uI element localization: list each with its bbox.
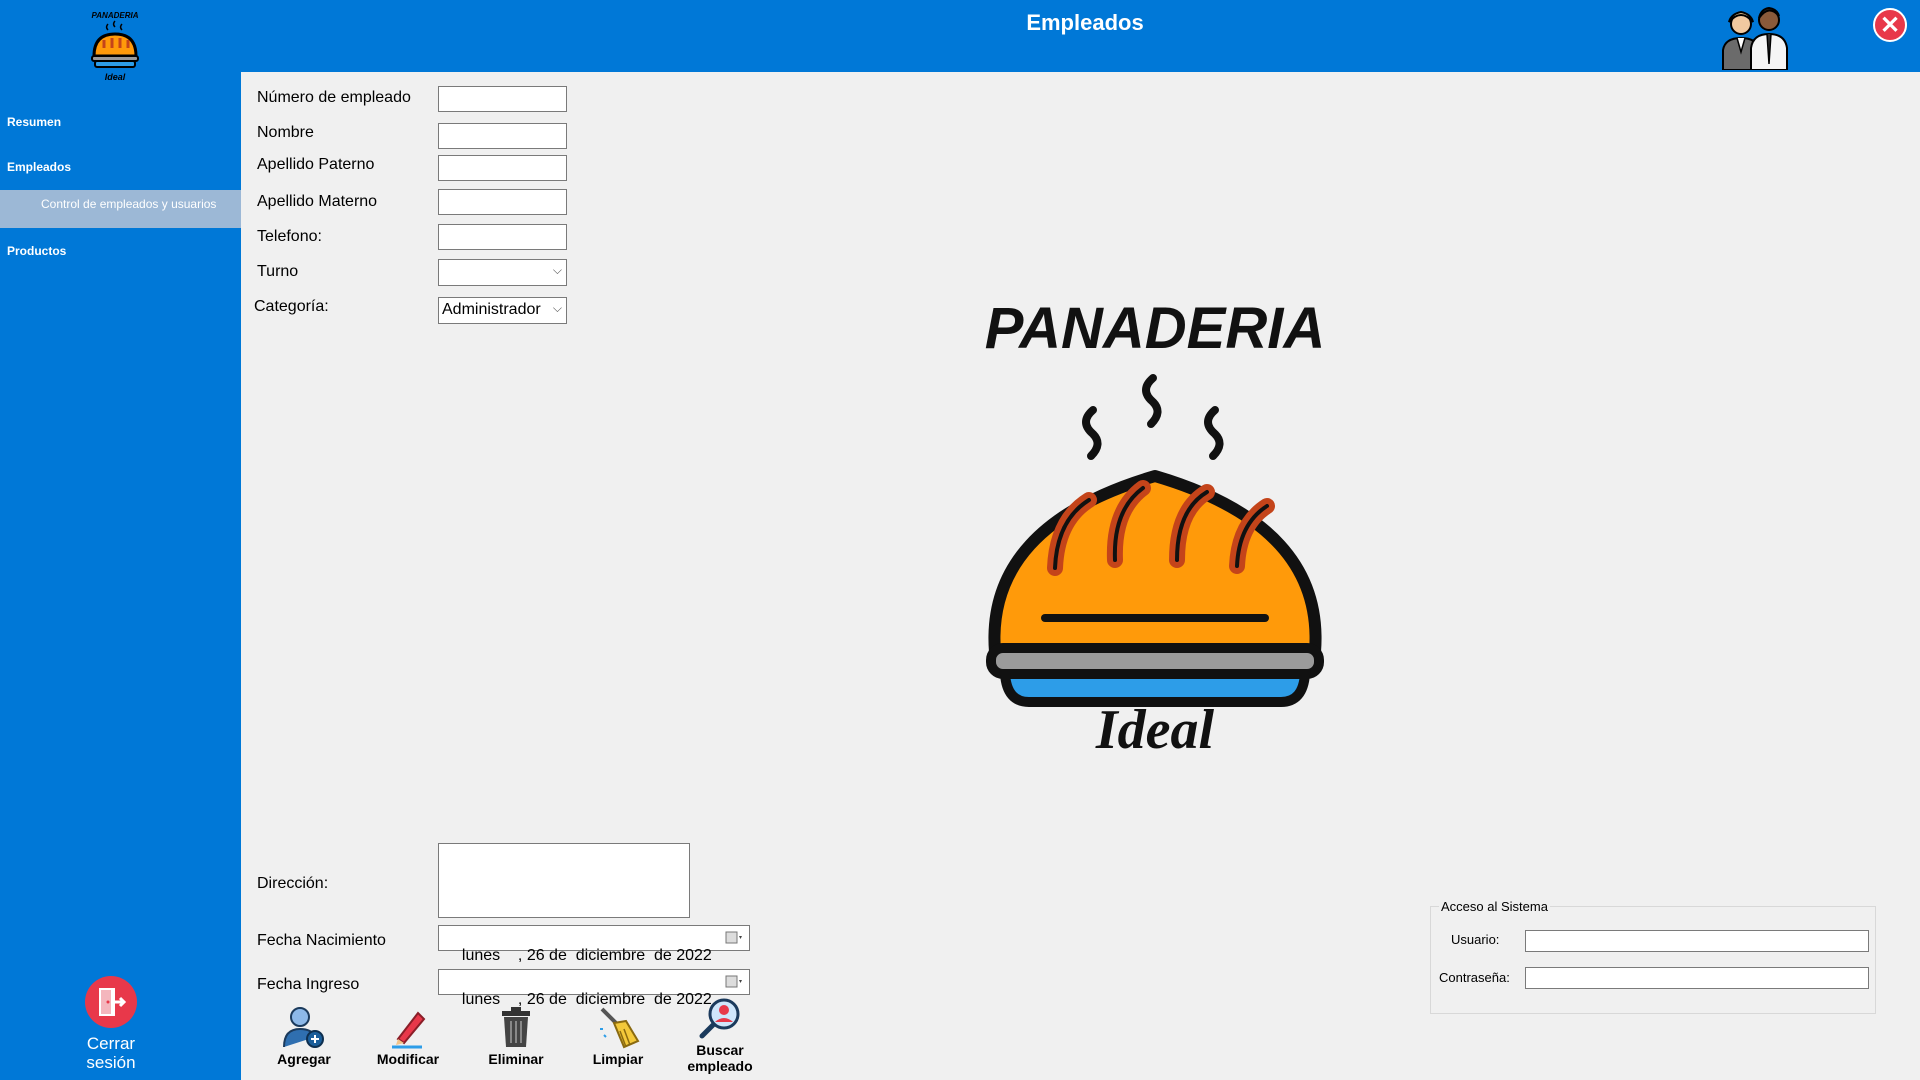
logout-label: Cerrar sesión [86, 1034, 136, 1072]
logo-text-small: PANADERIA [92, 11, 139, 20]
bakery-logo: PANADERIA Ideal [985, 296, 1325, 760]
search-user-icon [699, 998, 740, 1039]
eliminar-label: Eliminar [488, 1051, 544, 1067]
agregar-label: Agregar [277, 1051, 331, 1067]
contrasena-input[interactable] [1525, 967, 1869, 989]
turno-label: Turno [257, 263, 299, 280]
numero-empleado-label: Número de empleado [257, 89, 411, 106]
sidebar-item-resumen[interactable]: Resumen [0, 115, 241, 133]
fecha-ingreso-label: Fecha Ingreso [257, 976, 360, 993]
limpiar-label: Limpiar [592, 1051, 644, 1067]
close-icon: ✕ [1879, 11, 1901, 39]
logout-button[interactable]: Cerrar sesión [60, 976, 162, 1072]
bakery-logo-small: PANADERIA Ideal [91, 11, 139, 82]
acceso-sistema-group: Acceso al Sistema Usuario: Contraseña: [1430, 899, 1876, 1014]
calendar-icon [725, 931, 742, 944]
apellido-paterno-input[interactable] [438, 155, 567, 181]
fecha-nacimiento-picker[interactable]: lunes , 26 de diciembre de 2022 [438, 925, 750, 964]
fecha-nacimiento-value: lunes , 26 de diciembre de 2022 [461, 947, 712, 964]
chevron-down-icon: ⌵ [552, 301, 562, 315]
nombre-input[interactable] [438, 123, 567, 149]
telefono-label: Telefono: [257, 228, 322, 245]
sidebar-item-control-empleados[interactable]: Control de empleados y usuarios [0, 190, 241, 228]
direccion-textarea[interactable] [438, 843, 690, 918]
eliminar-button[interactable]: Eliminar [483, 1005, 549, 1067]
page-title: Empleados [1026, 10, 1144, 35]
modificar-button[interactable]: Modificar [372, 1005, 444, 1067]
apellido-materno-label: Apellido Materno [257, 193, 378, 210]
fecha-ingreso-picker[interactable]: lunes , 26 de diciembre de 2022 [438, 969, 750, 1008]
turno-select[interactable]: ⌵ [438, 259, 567, 286]
sidebar-item-empleados[interactable]: Empleados [0, 160, 241, 178]
fecha-nacimiento-label: Fecha Nacimiento [257, 932, 386, 949]
apellido-materno-input[interactable] [438, 189, 567, 215]
broom-icon [600, 1007, 640, 1049]
apellido-paterno-label: Apellido Paterno [257, 156, 375, 173]
sidebar: PANADERIA Ideal Resumen Empleados Contro… [0, 0, 241, 1080]
add-user-icon [283, 1007, 324, 1048]
acceso-sistema-title: Acceso al Sistema [1439, 899, 1550, 914]
telefono-input[interactable] [438, 224, 567, 250]
usuario-input[interactable] [1525, 930, 1869, 952]
nombre-label: Nombre [257, 124, 314, 141]
usuario-label: Usuario: [1451, 932, 1500, 947]
buscar-label-line2: empleado [687, 1058, 753, 1074]
employees-icon [1722, 6, 1788, 70]
logo-subtitle: Ideal [1095, 699, 1215, 760]
logo-title: PANADERIA [985, 296, 1325, 361]
logout-icon [85, 976, 137, 1028]
trash-icon [502, 1007, 530, 1047]
contrasena-label: Contraseña: [1439, 970, 1510, 985]
buscar-empleado-button[interactable]: Buscar empleado [680, 998, 760, 1074]
agregar-button[interactable]: Agregar [272, 1005, 336, 1067]
logo-text-small-2: Ideal [105, 72, 126, 82]
numero-empleado-input[interactable] [438, 86, 567, 112]
pencil-icon [392, 1011, 426, 1049]
limpiar-button[interactable]: Limpiar [586, 1005, 650, 1067]
chevron-down-icon: ⌵ [552, 263, 562, 277]
categoria-value: Administrador [442, 301, 541, 318]
calendar-icon [725, 975, 742, 988]
direccion-label: Dirección: [257, 875, 329, 892]
buscar-label-line1: Buscar [696, 1042, 744, 1058]
modificar-label: Modificar [376, 1051, 440, 1067]
categoria-select[interactable]: Administrador ⌵ [438, 297, 567, 324]
header-bar: Empleados ✕ [0, 0, 1920, 72]
close-button[interactable]: ✕ [1873, 8, 1907, 42]
categoria-label: Categoría: [254, 298, 329, 315]
sidebar-item-productos[interactable]: Productos [0, 244, 241, 262]
